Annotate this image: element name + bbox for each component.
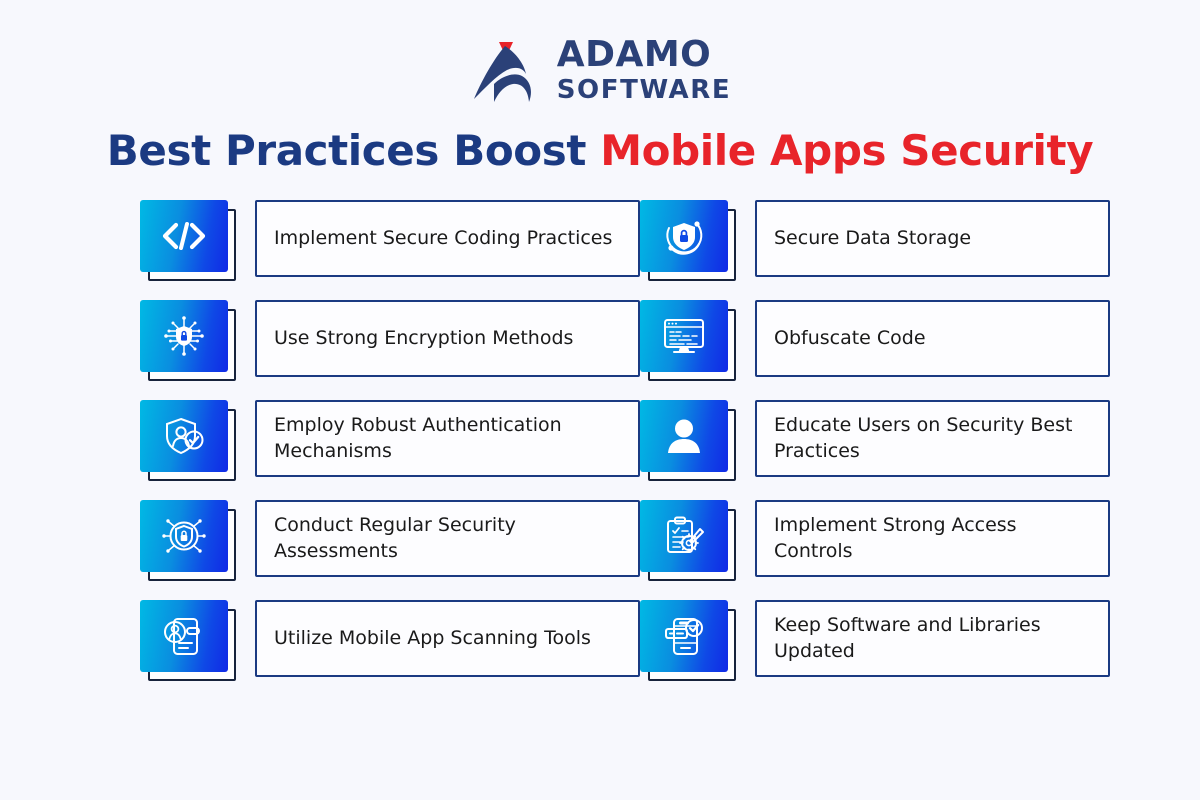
practice-label-box: Implement Secure Coding Practices: [255, 200, 640, 277]
practices-grid: Implement Secure Coding Practices Secure…: [140, 200, 1110, 681]
practice-label-box: Use Strong Encryption Methods: [255, 300, 640, 377]
practice-label: Educate Users on Security Best Practices: [774, 414, 1073, 462]
icon-stack: [640, 500, 736, 581]
mobile-check-update-icon: [640, 600, 728, 672]
page-title: Best Practices Boost Mobile Apps Securit…: [0, 126, 1200, 175]
practice-label: Implement Secure Coding Practices: [274, 226, 613, 249]
practice-label-box: Obfuscate Code: [755, 300, 1110, 377]
icon-stack: [140, 400, 236, 481]
practice-label: Conduct Regular Security Assessments: [274, 514, 516, 562]
practice-item: Implement Secure Coding Practices: [140, 200, 640, 281]
mobile-user-scan-icon: [140, 600, 228, 672]
circular-shield-lock-icon: [140, 500, 228, 572]
practice-item: Use Strong Encryption Methods: [140, 300, 640, 381]
practice-item: Conduct Regular Security Assessments: [140, 500, 640, 581]
adamo-mountain-arrow-logo: [473, 42, 531, 102]
practice-label-box: Keep Software and Libraries Updated: [755, 600, 1110, 677]
icon-stack: [640, 400, 736, 481]
practice-label: Implement Strong Access Controls: [774, 514, 1017, 562]
practice-item: Keep Software and Libraries Updated: [640, 600, 1110, 681]
practice-label-box: Employ Robust Authentication Mechanisms: [255, 400, 640, 477]
icon-stack: [140, 200, 236, 281]
icon-stack: [140, 300, 236, 381]
practice-label-box: Implement Strong Access Controls: [755, 500, 1110, 577]
icon-stack: [640, 200, 736, 281]
practice-label: Secure Data Storage: [774, 226, 972, 249]
practice-item: Secure Data Storage: [640, 200, 1110, 281]
brand-name-primary: ADAMO: [556, 34, 712, 75]
practice-item: Educate Users on Security Best Practices: [640, 400, 1110, 481]
clipboard-gear-pencil-icon: [640, 500, 728, 572]
page-title-red: Mobile Apps Security: [600, 126, 1094, 175]
orbit-shield-lock-icon: [640, 200, 728, 272]
icon-stack: [640, 300, 736, 381]
practice-label-box: Secure Data Storage: [755, 200, 1110, 277]
code-brackets-icon: [140, 200, 228, 272]
practice-label-box: Educate Users on Security Best Practices: [755, 400, 1110, 477]
practice-label-box: Conduct Regular Security Assessments: [255, 500, 640, 577]
practice-label: Keep Software and Libraries Updated: [774, 614, 1041, 662]
practice-item: Employ Robust Authentication Mechanisms: [140, 400, 640, 481]
practice-label: Use Strong Encryption Methods: [274, 326, 574, 349]
shield-user-check-icon: [140, 400, 228, 472]
icon-stack: [140, 500, 236, 581]
practice-item: Implement Strong Access Controls: [640, 500, 1110, 581]
practice-label: Employ Robust Authentication Mechanisms: [274, 414, 562, 462]
practice-item: Obfuscate Code: [640, 300, 1110, 381]
brand-logo: ADAMO SOFTWARE: [0, 36, 1200, 104]
monitor-code-icon: [640, 300, 728, 372]
brand-name-secondary: SOFTWARE: [556, 75, 732, 105]
practice-item: Utilize Mobile App Scanning Tools: [140, 600, 640, 681]
practice-label: Obfuscate Code: [774, 326, 926, 349]
page-title-navy: Best Practices Boost: [106, 126, 601, 175]
icon-stack: [640, 600, 736, 681]
practice-label: Utilize Mobile App Scanning Tools: [274, 626, 591, 649]
user-person-icon: [640, 400, 728, 472]
practice-label-box: Utilize Mobile App Scanning Tools: [255, 600, 640, 677]
encryption-lock-shield-icon: [140, 300, 228, 372]
icon-stack: [140, 600, 236, 681]
